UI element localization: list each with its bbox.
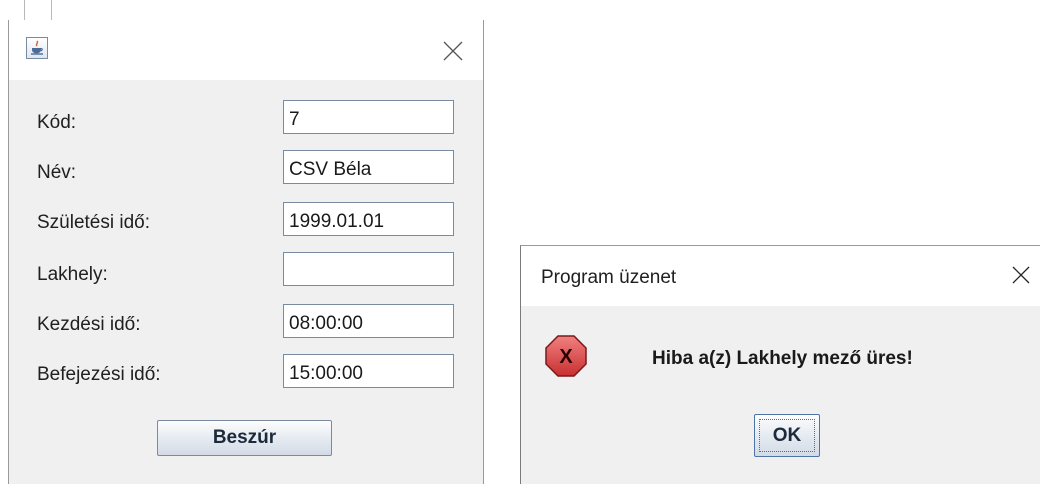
- close-icon[interactable]: [1009, 263, 1033, 287]
- code-field[interactable]: [283, 100, 454, 134]
- background-window-edge: [24, 0, 25, 22]
- residence-label: Lakhely:: [37, 264, 108, 285]
- error-icon-glyph: X: [559, 346, 573, 368]
- dialog-title: Program üzenet: [541, 267, 677, 288]
- code-label: Kód:: [37, 112, 77, 133]
- name-field[interactable]: [283, 150, 454, 184]
- end-time-label: Befejezési idő:: [37, 364, 161, 385]
- birth-date-field[interactable]: [283, 202, 454, 236]
- end-time-field[interactable]: [283, 354, 454, 388]
- ok-button[interactable]: OK: [754, 414, 820, 457]
- dialog-titlebar: Program üzenet: [521, 246, 1040, 306]
- java-cup-icon: [26, 37, 48, 59]
- insert-button[interactable]: Beszúr: [157, 420, 332, 456]
- close-icon[interactable]: [441, 39, 465, 63]
- birth-date-label: Születési idő:: [37, 212, 151, 233]
- ok-button-label: OK: [772, 424, 802, 446]
- employee-form-window: Kód: Név: Születési idő: Lakhely: Kezdés…: [8, 20, 484, 484]
- start-time-field[interactable]: [283, 304, 454, 338]
- error-icon: X: [544, 334, 588, 378]
- form-titlebar: [9, 20, 483, 80]
- program-message-dialog: Program üzenet X Hiba a(z) Lakhely mező …: [520, 245, 1040, 484]
- error-message: Hiba a(z) Lakhely mező üres!: [652, 348, 913, 369]
- residence-field[interactable]: [283, 252, 454, 286]
- name-label: Név:: [37, 162, 77, 183]
- start-time-label: Kezdési idő:: [37, 314, 141, 335]
- background-window-edge: [51, 0, 52, 22]
